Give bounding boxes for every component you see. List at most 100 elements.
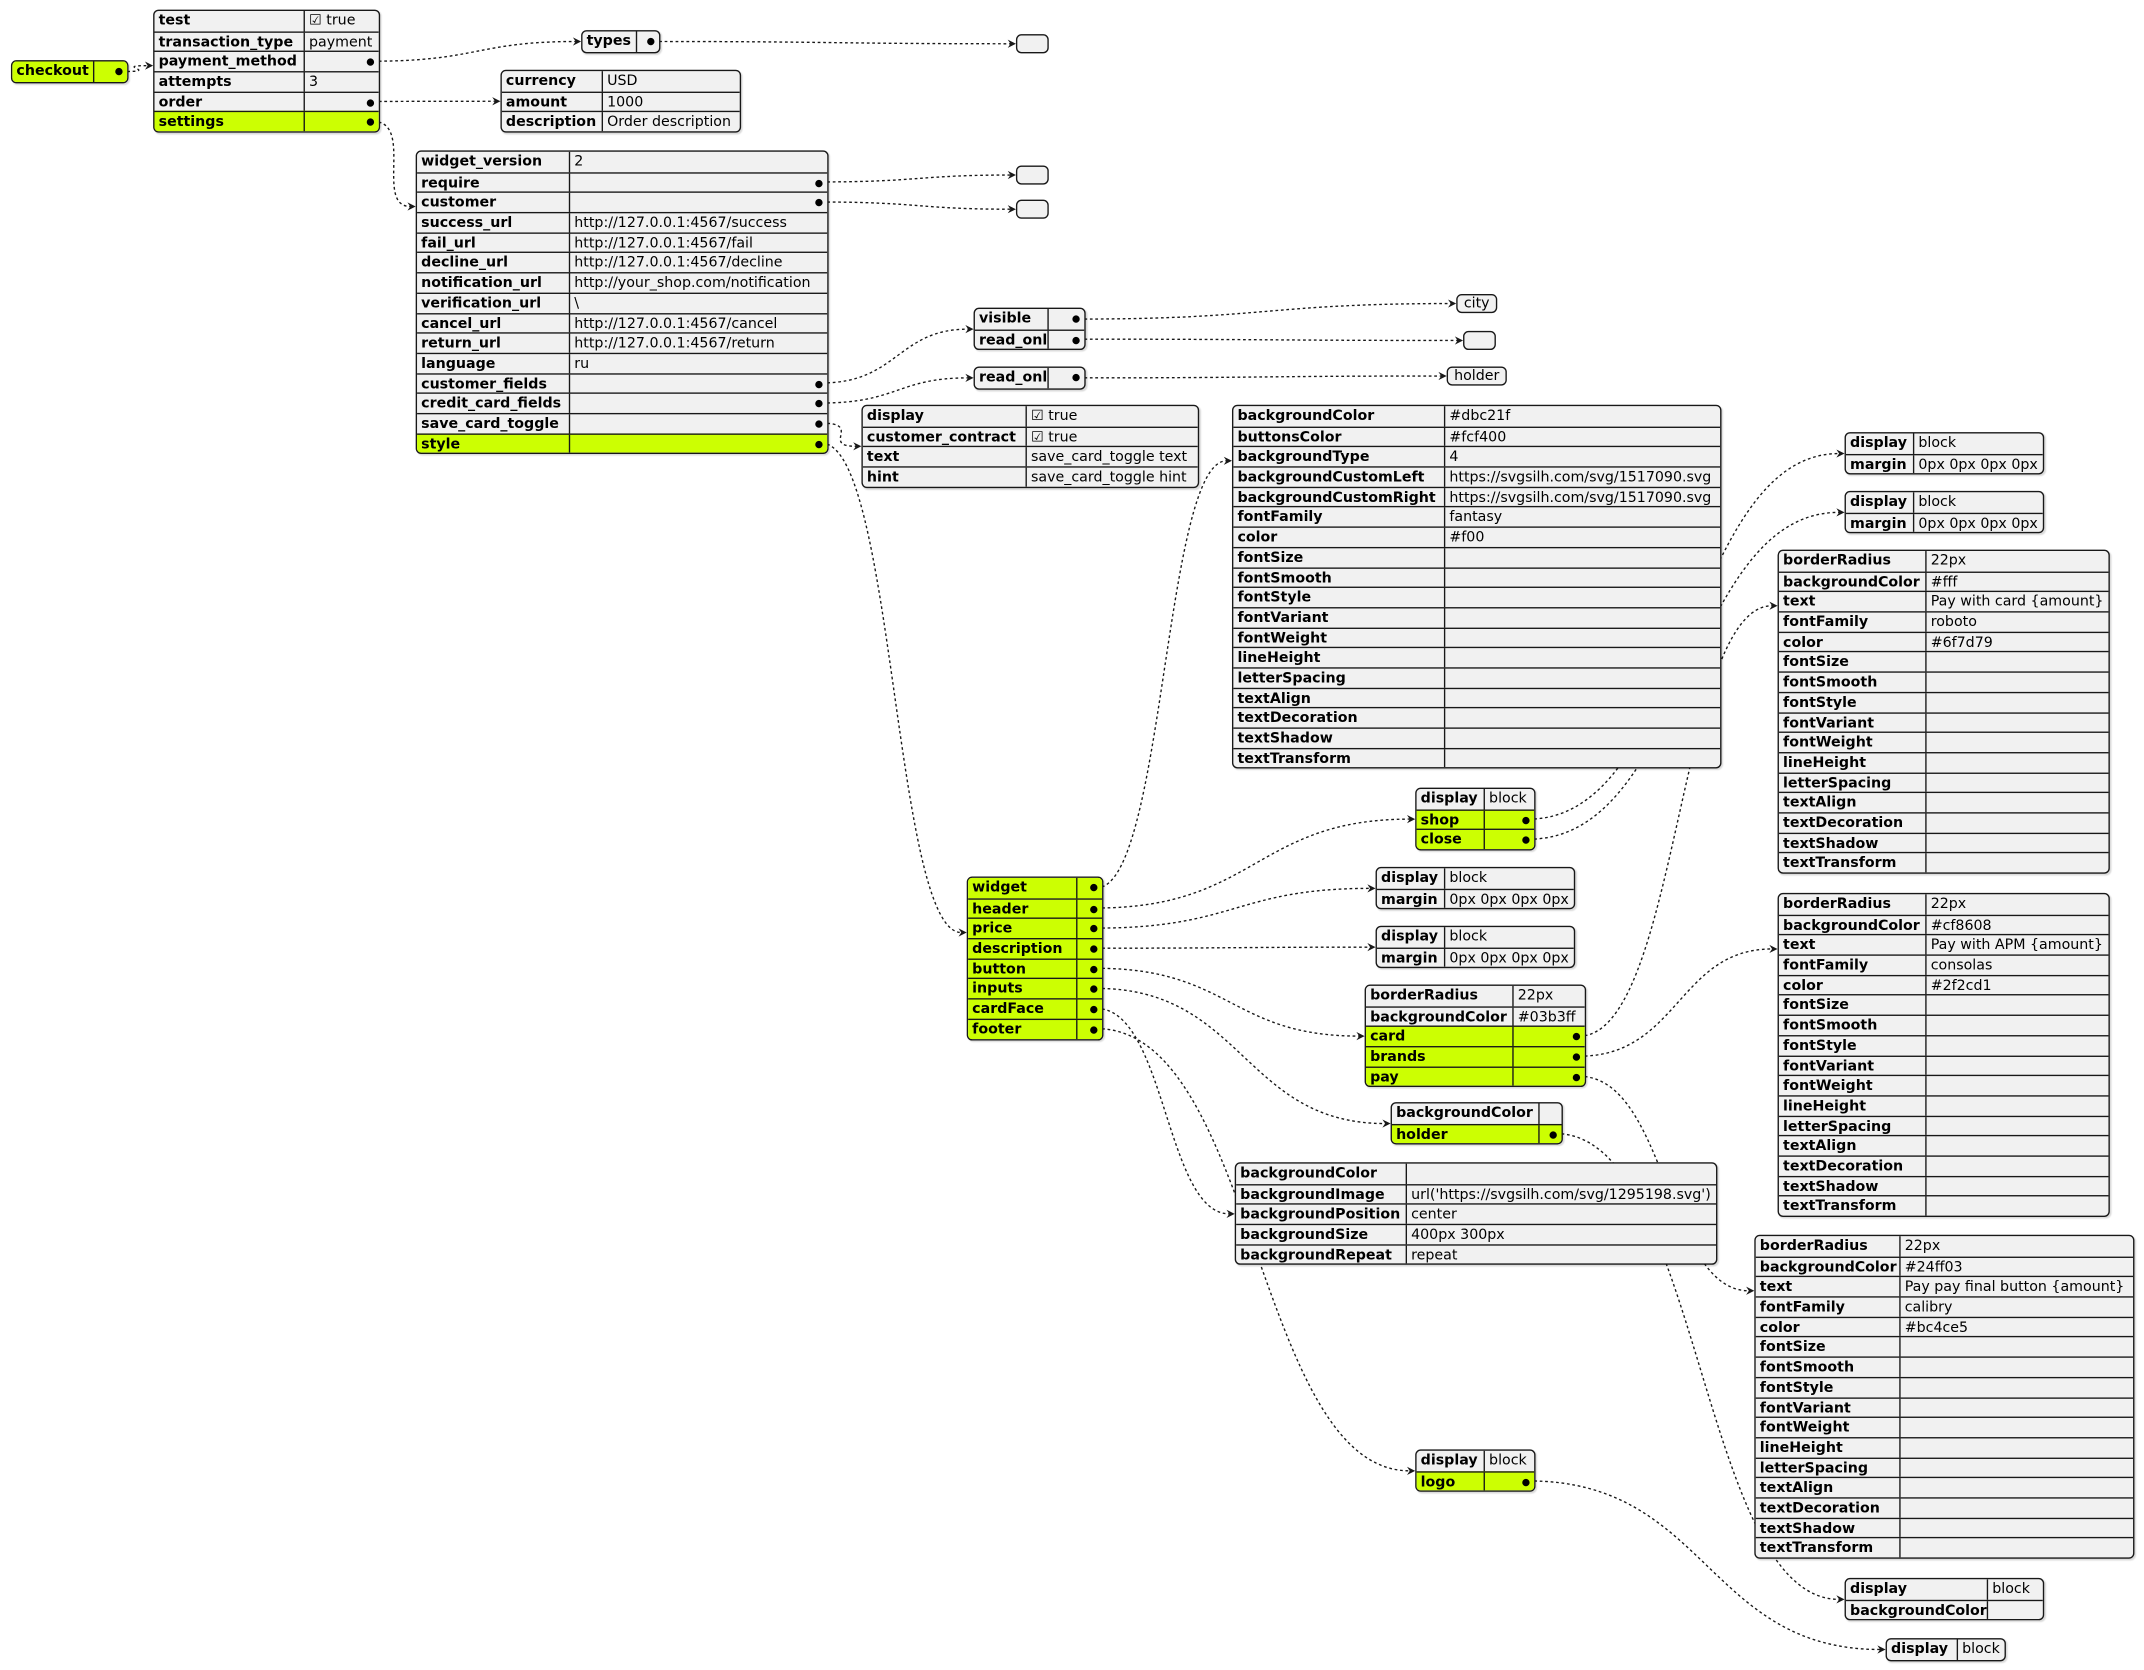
- json-row: holder ●: [1391, 1123, 1562, 1144]
- json-leaf-customer-arr: [1015, 199, 1049, 219]
- json-value: 0px 0px 0px 0px: [1449, 891, 1569, 908]
- json-row: display block: [1887, 1639, 2005, 1660]
- json-value: ☑ true: [1030, 407, 1078, 424]
- json-row: borderRadius 22px: [1779, 894, 2109, 915]
- json-row: textDecoration: [1778, 812, 2109, 833]
- arrowhead-icon: [492, 97, 501, 106]
- json-row: save_card_toggle ●: [417, 412, 828, 433]
- json-value: #2f2cd1: [1930, 977, 1992, 994]
- json-row: backgroundColor #24ff03: [1755, 1256, 2134, 1277]
- json-key: display: [1846, 492, 1915, 513]
- json-key: lineHeight: [1779, 753, 1927, 772]
- edge-settings-style: [821, 442, 962, 934]
- json-row: amount 1000: [501, 91, 740, 112]
- json-value: [1445, 628, 1720, 647]
- json-row: types ●: [582, 31, 659, 52]
- ref-dot-icon: ●: [1071, 334, 1081, 346]
- json-row: require ●: [417, 171, 828, 192]
- json-value: [1901, 1478, 2133, 1497]
- json-value: [1407, 1164, 1716, 1184]
- json-value: [1901, 1358, 2133, 1377]
- json-key: textAlign: [1756, 1478, 1901, 1498]
- json-key: color: [1779, 975, 1927, 995]
- json-key: textAlign: [1779, 793, 1927, 813]
- json-key: fontStyle: [1233, 588, 1446, 607]
- json-row: textDecoration: [1778, 1155, 2109, 1176]
- json-row: customer_fields ●: [417, 372, 828, 393]
- json-key: fail_url: [417, 233, 571, 253]
- json-key: fontStyle: [1779, 692, 1927, 712]
- json-key: fontSmooth: [1756, 1357, 1901, 1377]
- json-row: backgroundPosition center: [1236, 1203, 1717, 1224]
- json-key: letterSpacing: [1779, 773, 1927, 793]
- json-key: backgroundImage: [1236, 1185, 1408, 1204]
- ref-dot-icon: ●: [366, 116, 375, 128]
- json-key: fontVariant: [1233, 608, 1446, 628]
- json-value: 400px 300px: [1411, 1226, 1505, 1244]
- json-node-widget: backgroundColor #dbc21f buttonsColor #fcf40…: [1231, 404, 1722, 769]
- json-row: success_url http://127.0.0.1:4567/success: [417, 212, 828, 233]
- json-row: backgroundColor: [1845, 1599, 2043, 1620]
- json-key: textShadow: [1779, 833, 1927, 853]
- json-key: fontSize: [1779, 652, 1927, 672]
- json-value: calibry: [1904, 1299, 1953, 1316]
- json-key: fontWeight: [1779, 733, 1927, 752]
- json-row: fontStyle: [1778, 691, 2109, 712]
- json-key: borderRadius: [1366, 985, 1514, 1006]
- ref-dot-icon: ●: [814, 378, 824, 390]
- json-row: visible ●: [975, 309, 1084, 330]
- json-key: fontSize: [1779, 996, 1927, 1015]
- json-key: header: [968, 899, 1078, 919]
- json-value: #fcf400: [1449, 428, 1507, 446]
- json-key: fontWeight: [1233, 628, 1446, 648]
- json-value: [1901, 1378, 2133, 1397]
- json-key: color: [1756, 1317, 1901, 1337]
- json-row: text Pay with APM {amount}: [1778, 934, 2109, 955]
- json-row: brands ●: [1365, 1046, 1585, 1067]
- json-row: fontSize: [1778, 651, 2109, 672]
- edge-style-header: [1096, 818, 1410, 909]
- json-key: display: [1846, 1579, 1989, 1600]
- json-row: textTransform: [1778, 852, 2109, 873]
- json-value: [1927, 713, 2109, 732]
- json-key: language: [417, 353, 571, 373]
- json-value: [1445, 709, 1720, 728]
- json-row: letterSpacing: [1755, 1456, 2134, 1478]
- json-key: backgroundSize: [1236, 1225, 1408, 1244]
- json-value: [1927, 773, 2109, 792]
- json-value: repeat: [1411, 1246, 1458, 1264]
- json-value: 22px: [1930, 552, 1967, 569]
- json-value: http://127.0.0.1:4567/return: [574, 335, 775, 352]
- json-key: textDecoration: [1756, 1498, 1901, 1518]
- json-value: 22px: [1517, 987, 1554, 1004]
- json-row: return_url http://127.0.0.1:4567/return: [417, 332, 828, 353]
- json-key: transaction_type: [155, 32, 305, 52]
- json-row: backgroundColor: [1392, 1103, 1562, 1124]
- json-value: #03b3ff: [1517, 1008, 1576, 1026]
- json-row: fontSize: [1233, 546, 1721, 567]
- json-diagram: checkout ● test ☑ true transaction_type payme…: [0, 0, 2144, 1670]
- json-value: https://svgsilh.com/svg/1517090.svg: [1449, 469, 1712, 486]
- json-node-order: currency USD amount 1000 description Order de…: [500, 69, 742, 133]
- json-key: display: [1846, 433, 1915, 454]
- json-key: borderRadius: [1756, 1236, 1901, 1257]
- json-row: backgroundCustomLeft https://svgsilh.com/…: [1233, 466, 1721, 487]
- json-row: fontStyle: [1755, 1376, 2134, 1397]
- json-row: fontSmooth: [1233, 566, 1721, 587]
- ref-dot-icon: ●: [814, 418, 824, 430]
- arrowhead-icon: [1438, 371, 1447, 381]
- json-row: backgroundColor: [1236, 1163, 1716, 1184]
- json-row: textAlign: [1755, 1477, 2134, 1498]
- json-row: checkout ●: [12, 61, 128, 82]
- json-row: textShadow: [1778, 832, 2109, 853]
- json-key: test: [155, 10, 305, 32]
- json-ref-value: ●: [1485, 1472, 1534, 1491]
- json-key: decline_url: [417, 253, 571, 273]
- json-key: textAlign: [1779, 1136, 1927, 1156]
- json-key: footer: [968, 1019, 1078, 1039]
- json-key: textDecoration: [1233, 708, 1446, 728]
- json-row: hint save_card_toggle hint: [862, 466, 1198, 487]
- json-row: fontSize: [1755, 1336, 2134, 1357]
- json-value: [1901, 1338, 2133, 1357]
- json-ref-value: ●: [570, 193, 827, 212]
